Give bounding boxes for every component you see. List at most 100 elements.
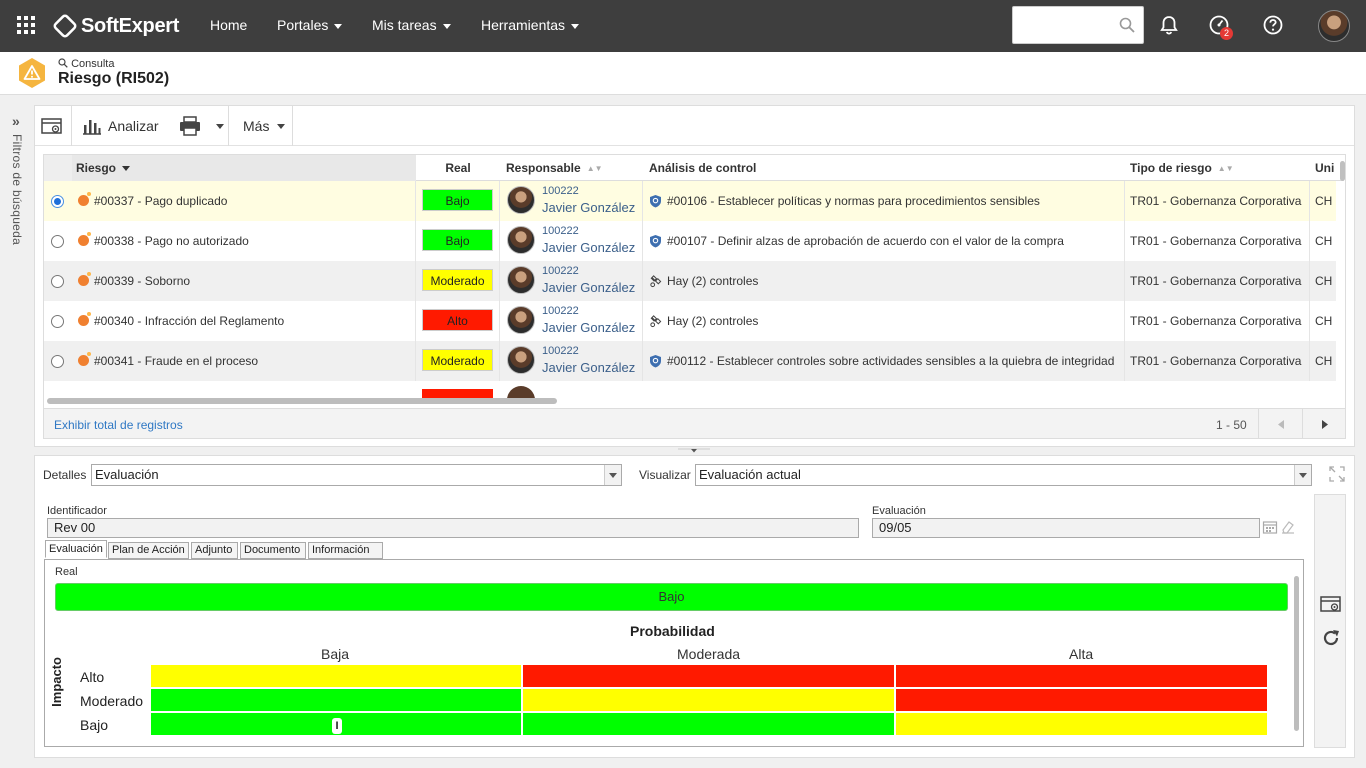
identificador-field[interactable]: Rev 00 xyxy=(47,518,859,538)
matrix-cell[interactable] xyxy=(896,689,1267,711)
matrix-cell[interactable] xyxy=(896,665,1267,687)
nav-herramientas[interactable]: Herramientas xyxy=(481,17,580,33)
control-cell[interactable]: Hay (2) controles xyxy=(643,301,1125,341)
control-cell[interactable]: #00106 - Establecer políticas y normas p… xyxy=(643,181,1125,221)
view-record-button[interactable] xyxy=(41,106,63,146)
control-text: #00106 - Establecer políticas y normas p… xyxy=(667,194,1040,208)
grid-vscroll[interactable] xyxy=(1340,161,1345,181)
view-record-icon[interactable] xyxy=(1320,594,1342,614)
matrix-cell[interactable] xyxy=(151,665,521,687)
tab-informacion[interactable]: Información xyxy=(308,542,383,559)
grid-hscroll[interactable] xyxy=(47,398,557,404)
header-analisis[interactable]: Análisis de control xyxy=(649,155,1125,181)
breadcrumb[interactable]: Consulta xyxy=(58,58,114,70)
nav-home[interactable]: Home xyxy=(210,17,247,33)
header-tipo[interactable]: Tipo de riesgo ▲▼ xyxy=(1130,155,1310,181)
expand-icon[interactable] xyxy=(1329,466,1345,482)
risk-cell[interactable]: #00338 - Pago no autorizado xyxy=(72,221,416,261)
calendar-icon[interactable] xyxy=(1262,519,1278,535)
responsible-name[interactable]: Javier González xyxy=(542,360,635,375)
matrix-cell[interactable]: I xyxy=(151,713,521,735)
search-icon[interactable] xyxy=(1119,17,1135,33)
real-level-badge: Moderado xyxy=(422,349,493,371)
control-cell[interactable]: Hay (2) controles xyxy=(643,261,1125,301)
matrix-cell[interactable] xyxy=(523,665,894,687)
filter-rail-label[interactable]: Filtros de búsqueda xyxy=(10,134,24,245)
matrix-cell[interactable] xyxy=(151,689,521,711)
help-icon[interactable] xyxy=(1262,14,1284,36)
table-row[interactable]: #00338 - Pago no autorizado Bajo 100222 Jav… xyxy=(44,221,1336,261)
row-select-radio[interactable] xyxy=(51,275,64,288)
risk-bomb-icon xyxy=(78,232,91,246)
row-select-radio[interactable] xyxy=(51,355,64,368)
tab-documento[interactable]: Documento xyxy=(240,542,306,559)
evaluation-tab-body: Real Bajo Probabilidad Baja Moderada Alt… xyxy=(44,559,1304,747)
bar-chart-icon xyxy=(83,120,101,135)
page-title: Riesgo (RI502) xyxy=(58,70,170,87)
tab-plan-accion[interactable]: Plan de Acción xyxy=(108,542,189,559)
control-cell[interactable]: #00107 - Definir alzas de aprobación de … xyxy=(643,221,1125,261)
risk-cell[interactable]: #00341 - Fraude en el proceso xyxy=(72,341,416,381)
prev-page-button[interactable] xyxy=(1258,409,1302,438)
more-button[interactable]: Más xyxy=(243,106,286,146)
avatar xyxy=(507,266,535,294)
header-riesgo[interactable]: Riesgo xyxy=(72,155,416,181)
row-select-radio[interactable] xyxy=(51,195,64,208)
visualizar-label: Visualizar xyxy=(639,468,691,482)
real-level-bar: Bajo xyxy=(55,583,1288,611)
matrix-cell[interactable] xyxy=(523,689,894,711)
global-search xyxy=(1012,6,1144,44)
real-label: Real xyxy=(55,566,78,578)
panel-splitter[interactable] xyxy=(678,448,710,454)
risk-cell[interactable]: #00337 - Pago duplicado xyxy=(72,181,416,221)
risk-bomb-icon xyxy=(78,352,91,366)
search-input[interactable] xyxy=(1017,8,1117,42)
show-total-link[interactable]: Exhibir total de registros xyxy=(54,418,183,432)
expand-filters-icon[interactable]: » xyxy=(12,113,20,129)
nav-mis-tareas[interactable]: Mis tareas xyxy=(372,17,451,33)
refresh-icon[interactable] xyxy=(1321,628,1341,648)
detalles-select[interactable]: Evaluación xyxy=(91,464,622,486)
bell-icon[interactable] xyxy=(1158,14,1180,36)
responsible-id: 100222 xyxy=(542,305,579,317)
visualizar-select[interactable]: Evaluación actual xyxy=(695,464,1312,486)
row-select-radio[interactable] xyxy=(51,315,64,328)
table-row[interactable]: #00340 - Infracción del Reglamento Alto 10… xyxy=(44,301,1336,341)
risk-cell[interactable]: #00339 - Soborno xyxy=(72,261,416,301)
analyze-button[interactable]: Analizar xyxy=(82,106,159,146)
responsible-name[interactable]: Javier González xyxy=(542,240,635,255)
table-row[interactable]: #00341 - Fraude en el proceso Moderado 100… xyxy=(44,341,1336,381)
chevron-left-icon xyxy=(1278,420,1284,429)
eraser-icon[interactable] xyxy=(1280,519,1296,535)
details-vscroll[interactable] xyxy=(1294,576,1299,731)
brand-logo[interactable]: SoftExpert xyxy=(51,12,180,40)
table-row[interactable]: #00339 - Soborno Moderado 100222 Javier Gon… xyxy=(44,261,1336,301)
table-row[interactable]: #00337 - Pago duplicado Bajo 100222 Javier … xyxy=(44,181,1336,221)
responsible-id: 100222 xyxy=(542,345,579,357)
page-header: Consulta Riesgo (RI502) xyxy=(0,52,1366,95)
responsible-name[interactable]: Javier González xyxy=(542,320,635,335)
responsible-name[interactable]: Javier González xyxy=(542,280,635,295)
matrix-cell[interactable] xyxy=(896,713,1267,735)
brand-name: SoftExpert xyxy=(81,14,180,37)
tab-adjunto[interactable]: Adjunto xyxy=(191,542,238,559)
header-real[interactable]: Real xyxy=(416,155,500,181)
user-avatar[interactable] xyxy=(1318,10,1350,42)
next-page-button[interactable] xyxy=(1302,409,1345,438)
print-button[interactable] xyxy=(178,106,224,146)
risk-cell[interactable]: #00340 - Infracción del Reglamento xyxy=(72,301,416,341)
control-cell[interactable]: #00112 - Establecer controles sobre acti… xyxy=(643,341,1125,381)
risk-grid: Riesgo Real Responsable ▲▼ Análisis de co… xyxy=(43,154,1346,439)
matrix-cell[interactable] xyxy=(523,713,894,735)
real-level-badge: Bajo xyxy=(422,189,493,211)
tab-evaluacion[interactable]: Evaluación xyxy=(45,540,107,558)
apps-grid-icon[interactable] xyxy=(17,16,35,34)
avatar xyxy=(507,346,535,374)
header-responsable[interactable]: Responsable ▲▼ xyxy=(506,155,643,181)
row-select-radio[interactable] xyxy=(51,235,64,248)
details-panel: Detalles Evaluación Visualizar Evaluació… xyxy=(34,455,1355,758)
nav-portales[interactable]: Portales xyxy=(277,17,343,33)
evaluacion-date-field[interactable]: 09/05 xyxy=(872,518,1260,538)
responsible-name[interactable]: Javier González xyxy=(542,200,635,215)
header-analisis-label: Análisis de control xyxy=(649,161,757,175)
